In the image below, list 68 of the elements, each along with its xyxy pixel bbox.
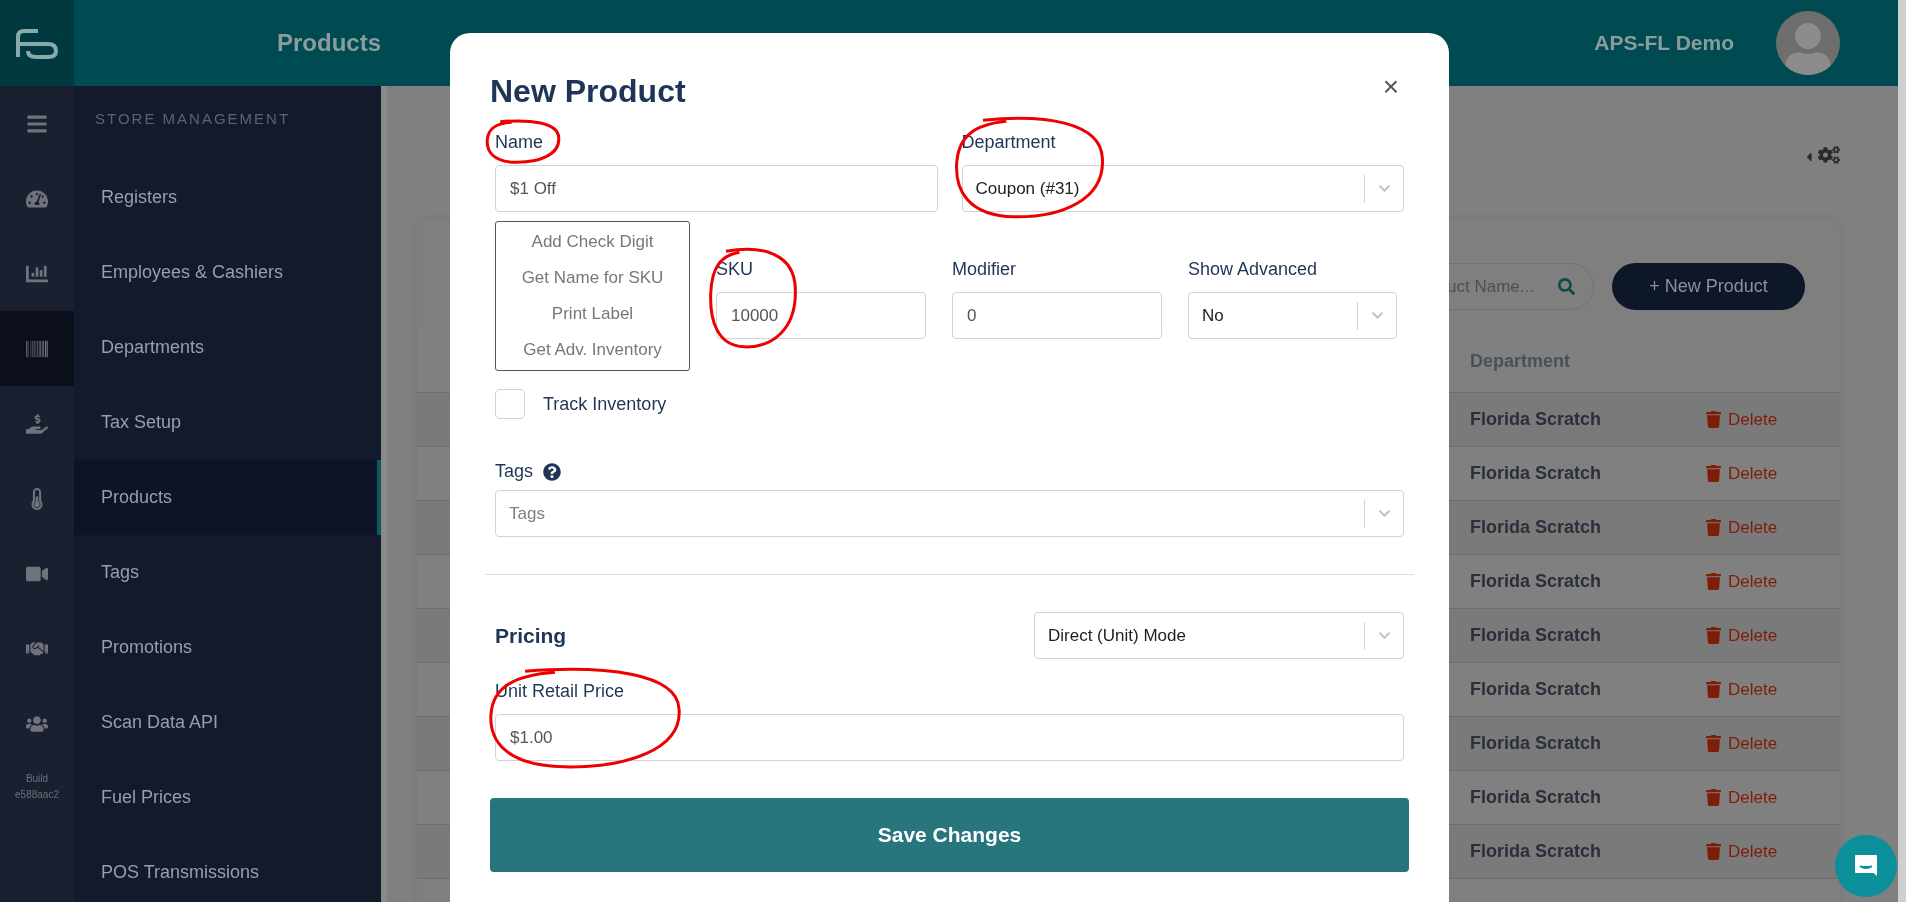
help-icon[interactable] [543, 462, 562, 481]
page-title: Products [276, 29, 382, 57]
field-label: Name [495, 132, 543, 153]
tags-select[interactable]: Tags [495, 490, 1404, 537]
trash-icon [1705, 681, 1722, 698]
table-cell-text: Florida Scratch [1470, 625, 1603, 646]
table-cell-text: Florida Scratch [1470, 841, 1603, 862]
build-id: e588aac2 [14, 788, 60, 802]
sidebar-item[interactable]: Tax Setup [74, 385, 381, 460]
chevron-down-icon [1370, 309, 1384, 322]
chevron-down-icon [1377, 182, 1391, 195]
trash-icon [1705, 573, 1722, 590]
show-advanced-select[interactable]: No [1188, 292, 1397, 339]
sidebar-item[interactable]: Tags [74, 535, 381, 610]
trash-icon [1705, 411, 1722, 428]
name-field[interactable]: $1 Off [495, 165, 938, 212]
logo-icon [14, 27, 60, 59]
chevron-down-icon [1377, 629, 1391, 642]
sku-action-button[interactable]: Get Adv. Inventory [496, 332, 689, 368]
trash-icon [1705, 627, 1722, 644]
trash-icon [1705, 519, 1722, 536]
sidebar-item[interactable]: Products [74, 460, 381, 535]
sidebar-item[interactable]: Departments [74, 310, 381, 385]
section-heading: STORE MANAGEMENT [94, 109, 292, 129]
field-label: Department [961, 132, 1056, 153]
pricing-mode-select[interactable]: Direct (Unit) Mode [1034, 612, 1404, 659]
chevron-down-icon [1377, 507, 1391, 520]
sku-action-button[interactable]: Get Name for SKU [496, 260, 689, 296]
hand-dollar-icon [26, 412, 48, 435]
table-cell-text: Florida Scratch [1470, 733, 1603, 754]
sidebar-item[interactable]: Fuel Prices [74, 760, 381, 835]
trash-icon [1705, 843, 1722, 860]
new-product-button[interactable]: + New Product [1612, 263, 1805, 310]
unit-price-field[interactable]: $1.00 [495, 714, 1404, 761]
sidebar-item[interactable]: Scan Data API [74, 685, 381, 760]
table-cell-text: Florida Scratch [1470, 463, 1603, 484]
sku-action-button[interactable]: Print Label [496, 296, 689, 332]
scrollbar[interactable] [1898, 0, 1906, 902]
search-icon [1558, 278, 1575, 295]
account-name[interactable]: APS-FL Demo [1594, 31, 1734, 55]
sidebar-item[interactable]: Promotions [74, 610, 381, 685]
sku-field[interactable]: 10000 [716, 292, 926, 339]
table-cell-text: Florida Scratch [1470, 517, 1603, 538]
trash-icon [1705, 465, 1722, 482]
build-label: Build [24, 772, 50, 786]
field-label: SKU [716, 259, 753, 280]
table-cell-text: Florida Scratch [1470, 787, 1603, 808]
sidebar-item[interactable]: Registers [74, 160, 381, 235]
department-select[interactable]: Coupon (#31) [961, 165, 1404, 212]
table-cell-text: Florida Scratch [1470, 679, 1603, 700]
sidebar-item[interactable]: POS Transmissions [74, 835, 381, 902]
trash-icon [1705, 735, 1722, 752]
checkbox[interactable] [495, 389, 525, 419]
settings-icon[interactable] [1818, 144, 1840, 166]
modifier-field[interactable]: 0 [952, 292, 1162, 339]
close-button[interactable]: × [1382, 73, 1399, 101]
table-cell-text: Florida Scratch [1470, 409, 1603, 430]
field-label: Show Advanced [1188, 259, 1318, 280]
table-cell-text: Florida Scratch [1470, 571, 1603, 592]
field-label: Tags [495, 461, 534, 482]
dialog-title: New Product [490, 73, 686, 110]
save-button[interactable]: Save Changes [490, 798, 1409, 872]
sku-action-button[interactable]: Add Check Digit [496, 224, 689, 260]
field-label: Modifier [952, 259, 1017, 280]
sidebar-item[interactable]: Employees & Cashiers [74, 235, 381, 310]
section-heading: Pricing [495, 623, 567, 648]
checkbox-label: Track Inventory [543, 393, 667, 415]
trash-icon [1705, 789, 1722, 806]
